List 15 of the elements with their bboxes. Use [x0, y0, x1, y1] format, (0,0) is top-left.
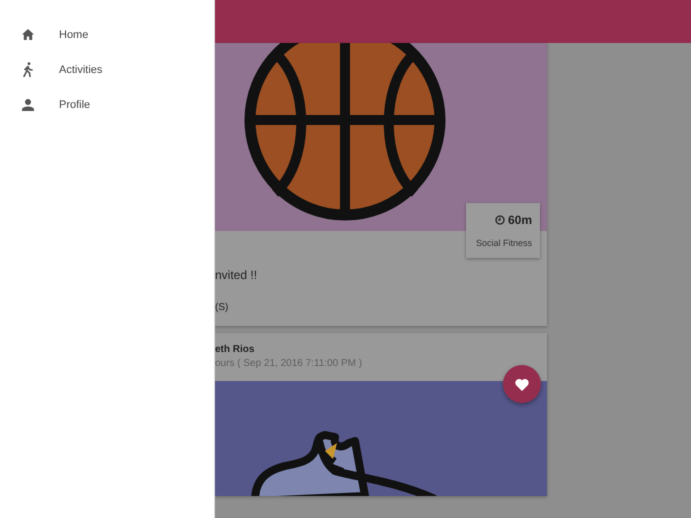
duration: 60m	[508, 213, 532, 227]
walking-person-icon	[23, 62, 33, 77]
drawer-item[interactable]: Home	[0, 17, 214, 52]
activity-text: (S)	[215, 302, 230, 313]
category: Social Fitness	[476, 238, 532, 248]
activity-text: nvited !!	[215, 268, 258, 282]
drawer-item[interactable]: Profile	[0, 87, 214, 122]
drawer-item[interactable]: Activities	[0, 52, 214, 87]
heart-icon	[515, 378, 529, 390]
clock-icon	[494, 215, 505, 225]
person-icon	[22, 98, 34, 110]
post-time: ours ( Sep 21, 2016 7:11:00 PM )	[215, 358, 364, 369]
author-name: eth Rios	[215, 344, 256, 355]
home-icon	[22, 29, 34, 40]
like-button[interactable]	[503, 365, 541, 403]
